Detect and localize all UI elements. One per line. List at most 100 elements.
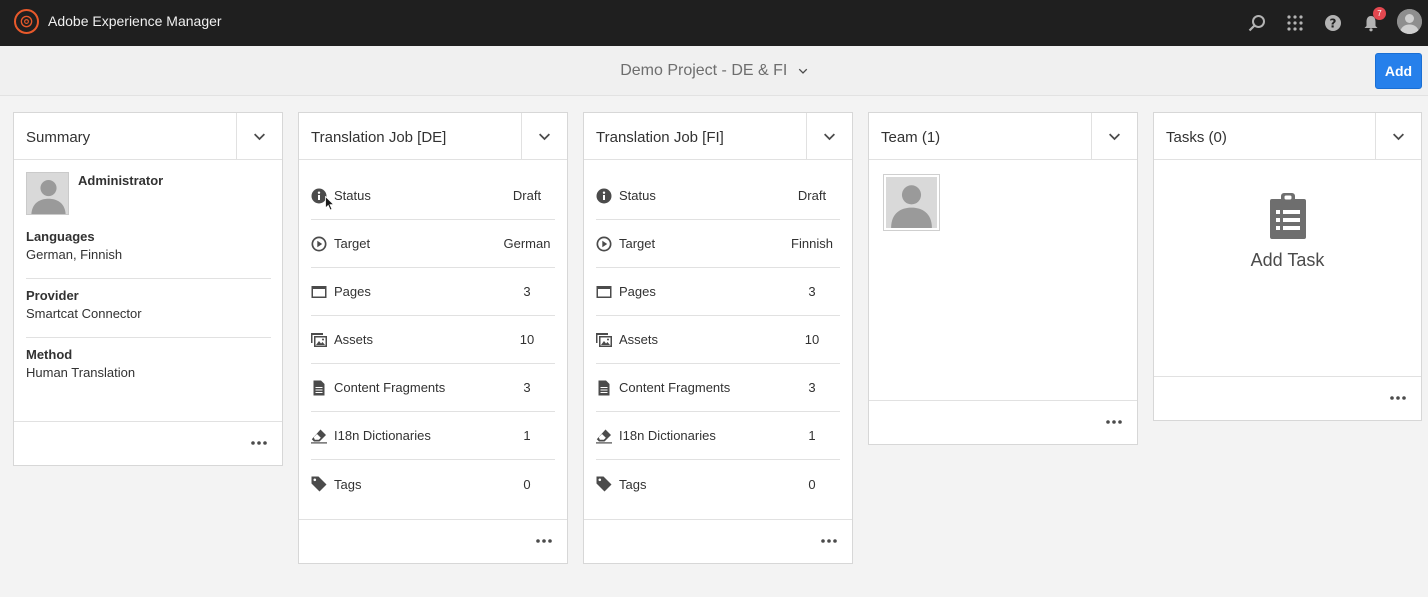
add-button[interactable]: Add: [1375, 53, 1422, 89]
row-value: Draft: [512, 188, 542, 203]
row-value: Finnish: [791, 236, 833, 251]
row-value: 10: [519, 332, 535, 347]
card-footer: [299, 519, 567, 563]
play-circle-icon: [596, 236, 612, 252]
job-details-list: Status Draft Target Finnish Pages 3 Assets 10 Co…: [596, 172, 840, 508]
provider-value: Smartcat Connector: [26, 306, 142, 321]
job-row-status: Status Draft: [596, 172, 840, 220]
method-value: Human Translation: [26, 365, 136, 380]
card-footer: [14, 421, 282, 465]
job-row-target: Target Finnish: [596, 220, 840, 268]
tag-icon: [311, 476, 327, 492]
summary-user: Administrator: [78, 173, 164, 188]
divider: [26, 278, 271, 279]
pages-icon: [596, 284, 612, 300]
search-icon[interactable]: [1245, 11, 1269, 35]
job-row-tags: Tags 0: [311, 460, 555, 508]
add-task-button[interactable]: Add Task: [1154, 193, 1421, 271]
more-actions-button[interactable]: [1387, 389, 1409, 407]
pages-icon: [311, 284, 327, 300]
app-title[interactable]: Adobe Experience Manager: [48, 13, 222, 29]
card-header: Translation Job [DE]: [299, 113, 567, 160]
chevron-down-icon: [798, 66, 808, 76]
languages-label: Languages: [26, 229, 95, 244]
tasks-card: Tasks (0) Add Task: [1153, 112, 1422, 421]
method-block: Method Human Translation: [26, 347, 271, 380]
team-member-avatar[interactable]: [883, 174, 940, 231]
more-icon: [535, 538, 553, 544]
document-icon: [596, 380, 612, 396]
languages-block: Languages German, Finnish: [26, 229, 271, 262]
card-footer: [869, 400, 1137, 444]
summary-card: Summary Administrator Languages German, …: [13, 112, 283, 466]
clipboard-icon: [1269, 193, 1306, 239]
job-row-tags: Tags 0: [596, 460, 840, 508]
card-footer: [1154, 376, 1421, 420]
card-toggle-button[interactable]: [806, 113, 852, 159]
more-icon: [820, 538, 838, 544]
job-row-i18n-dictionaries: I18n Dictionaries 1: [311, 412, 555, 460]
tag-icon: [596, 476, 612, 492]
project-title: Demo Project - DE & FI: [620, 62, 788, 79]
play-circle-icon: [311, 236, 327, 252]
apps-grid-icon[interactable]: [1283, 11, 1307, 35]
card-title: Summary: [26, 129, 91, 146]
row-value: 3: [808, 380, 816, 395]
job-row-i18n-dictionaries: I18n Dictionaries 1: [596, 412, 840, 460]
chevron-down-icon: [1108, 130, 1121, 143]
add-task-label: Add Task: [1250, 250, 1325, 270]
more-actions-button[interactable]: [1103, 413, 1125, 431]
chevron-down-icon: [538, 130, 551, 143]
chevron-down-icon: [823, 130, 836, 143]
more-icon: [1389, 395, 1407, 401]
info-icon: [596, 188, 612, 204]
more-actions-button[interactable]: [818, 532, 840, 550]
row-value: 0: [808, 476, 816, 492]
row-value: 1: [523, 428, 531, 443]
card-header: Tasks (0): [1154, 113, 1421, 160]
row-value: 10: [804, 332, 820, 347]
job-row-status: Status Draft: [311, 172, 555, 220]
card-title: Team (1): [881, 129, 941, 146]
provider-block: Provider Smartcat Connector: [26, 288, 271, 321]
job-row-assets: Assets 10: [311, 316, 555, 364]
notification-badge: 7: [1373, 7, 1386, 20]
more-icon: [1105, 419, 1123, 425]
card-title: Tasks (0): [1166, 129, 1227, 146]
row-value: 1: [808, 428, 816, 443]
user-avatar[interactable]: [1397, 9, 1422, 34]
aem-logo-icon[interactable]: [14, 9, 39, 34]
bell-icon[interactable]: 7: [1359, 7, 1386, 35]
card-header: Team (1): [869, 113, 1137, 160]
card-header: Summary: [14, 113, 282, 160]
more-actions-button[interactable]: [248, 434, 270, 452]
help-icon[interactable]: ?: [1321, 11, 1345, 35]
more-icon: [250, 440, 268, 446]
job-row-pages: Pages 3: [596, 268, 840, 316]
chevron-down-icon: [253, 130, 266, 143]
job-row-content-fragments: Content Fragments 3: [311, 364, 555, 412]
action-bar: Demo Project - DE & FI Add: [0, 46, 1428, 96]
project-title-dropdown[interactable]: Demo Project - DE & FI: [0, 62, 1428, 80]
card-toggle-button[interactable]: [1375, 113, 1421, 159]
row-value: 3: [523, 284, 531, 299]
chevron-down-icon: [1392, 130, 1405, 143]
assets-icon: [311, 332, 327, 348]
card-title: Translation Job [FI]: [596, 129, 724, 146]
more-actions-button[interactable]: [533, 532, 555, 550]
document-icon: [311, 380, 327, 396]
svg-text:?: ?: [1330, 16, 1337, 30]
job-row-pages: Pages 3: [311, 268, 555, 316]
row-value: 3: [808, 284, 816, 299]
card-toggle-button[interactable]: [236, 113, 282, 159]
job-details-list: Status Draft Target German Pages 3 Assets 10 Con…: [311, 172, 555, 508]
row-value: Draft: [797, 188, 827, 203]
job-row-target: Target German: [311, 220, 555, 268]
card-toggle-button[interactable]: [521, 113, 567, 159]
card-toggle-button[interactable]: [1091, 113, 1137, 159]
provider-label: Provider: [26, 288, 79, 303]
assets-icon: [596, 332, 612, 348]
translation-job-de-card: Translation Job [DE] Status Draft Target Ge…: [298, 112, 568, 564]
team-card: Team (1): [868, 112, 1138, 445]
card-header: Translation Job [FI]: [584, 113, 852, 160]
